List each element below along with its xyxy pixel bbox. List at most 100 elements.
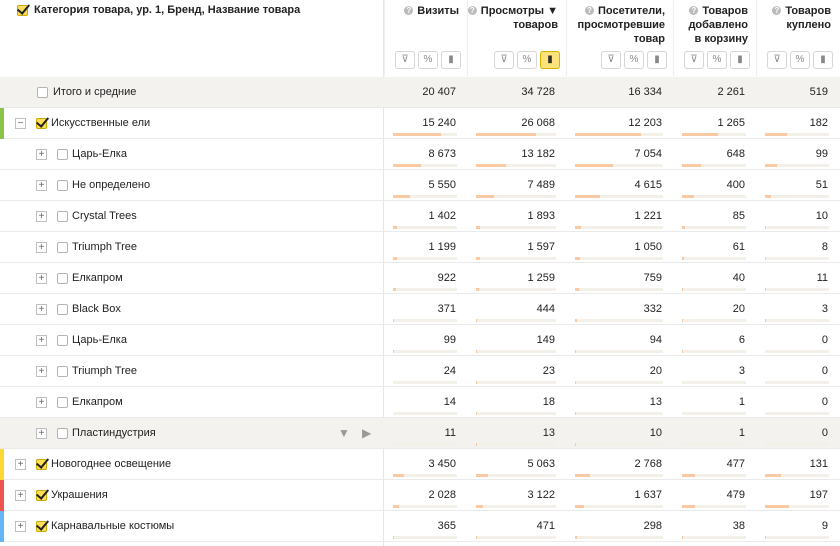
row-checkbox[interactable] xyxy=(57,335,68,346)
filter-icon[interactable]: ⊽ xyxy=(767,51,787,69)
row-checkbox[interactable] xyxy=(57,242,68,253)
filter-icon[interactable]: ⊽ xyxy=(395,51,415,69)
percent-icon[interactable]: % xyxy=(517,51,537,69)
table-row[interactable]: + Не определено 5 550 7 489 4 615 400 51 xyxy=(0,170,840,201)
cell-bar-fill xyxy=(476,319,477,322)
collapse-icon[interactable]: − xyxy=(15,118,26,129)
expand-icon[interactable]: + xyxy=(15,459,26,470)
expand-icon[interactable]: + xyxy=(36,397,47,408)
row-label[interactable]: Карнавальные костюмы xyxy=(51,520,174,532)
row-label[interactable]: Итого и средние xyxy=(53,86,136,98)
filter-icon[interactable]: ⊽ xyxy=(601,51,621,69)
chart-icon[interactable]: ▮ xyxy=(813,51,833,69)
row-label[interactable]: Crystal Trees xyxy=(72,210,137,222)
row-label[interactable]: Новогоднее освещение xyxy=(51,458,171,470)
row-label[interactable]: Пластиндустрия xyxy=(72,427,156,439)
table-row[interactable]: + Украшения 2 028 3 122 1 637 479 197 xyxy=(0,480,840,511)
expand-icon[interactable]: + xyxy=(36,366,47,377)
row-checkbox[interactable] xyxy=(57,304,68,315)
percent-icon[interactable]: % xyxy=(624,51,644,69)
table-row[interactable]: − Искусственные ели 15 240 26 068 12 203 1 26… xyxy=(0,108,840,139)
row-checkbox[interactable] xyxy=(36,490,47,501)
row-checkbox[interactable] xyxy=(36,521,47,532)
percent-icon[interactable]: % xyxy=(418,51,438,69)
row-label[interactable]: Искусственные ели xyxy=(51,117,150,129)
expand-icon[interactable]: + xyxy=(15,521,26,532)
row-checkbox[interactable] xyxy=(57,366,68,377)
expand-icon[interactable]: + xyxy=(36,242,47,253)
column-title-added-to-cart[interactable]: ? Товаров добавлено в корзину xyxy=(688,4,748,46)
table-row[interactable]: + Царь-Елка 99 149 94 6 0 xyxy=(0,325,840,356)
cell-product-viewers: 7 054 xyxy=(634,148,662,160)
cell-bar-track xyxy=(575,474,663,477)
table-row[interactable]: + Triumph Tree 24 23 20 3 0 xyxy=(0,356,840,387)
cell-bar-track xyxy=(393,164,457,167)
select-all-checkbox[interactable] xyxy=(17,5,28,16)
total-checkbox[interactable] xyxy=(37,87,48,98)
row-label[interactable]: Елкапром xyxy=(72,272,123,284)
cell-bar-track xyxy=(682,536,746,539)
chart-icon[interactable]: ▮ xyxy=(441,51,461,69)
cell-bar-track xyxy=(393,257,457,260)
column-title-visits[interactable]: ? Визиты xyxy=(404,4,459,18)
chart-icon[interactable]: ▮ xyxy=(730,51,750,69)
dimension-title[interactable]: Категория товара, ур. 1, Бренд, Название… xyxy=(34,4,300,16)
cell-product-viewers: 10 xyxy=(649,427,662,439)
percent-icon[interactable]: % xyxy=(707,51,727,69)
cell-bar-fill xyxy=(575,288,580,291)
cell-visits: 1 402 xyxy=(428,210,456,222)
row-label[interactable]: Black Box xyxy=(72,303,121,315)
row-filter-icon[interactable]: ▼ xyxy=(338,426,350,440)
help-icon[interactable]: ? xyxy=(584,6,594,15)
row-checkbox[interactable] xyxy=(57,211,68,222)
expand-icon[interactable]: + xyxy=(36,149,47,160)
expand-icon[interactable]: + xyxy=(36,304,47,315)
chart-icon[interactable]: ▮ xyxy=(647,51,667,69)
table-row[interactable]: + Новогоднее освещение 3 450 5 063 2 768 477 1… xyxy=(0,449,840,480)
filter-icon[interactable]: ⊽ xyxy=(684,51,704,69)
row-drilldown-icon[interactable]: ▶ xyxy=(362,426,371,440)
row-label[interactable]: Царь-Елка xyxy=(72,148,127,160)
help-icon[interactable]: ? xyxy=(772,6,782,15)
cell-purchased: 0 xyxy=(821,396,828,408)
table-row[interactable]: + Елкапром 14 18 13 1 0 xyxy=(0,387,840,418)
help-icon[interactable]: ? xyxy=(404,6,414,15)
row-label[interactable]: Украшения xyxy=(51,489,108,501)
help-icon[interactable]: ? xyxy=(467,6,477,15)
row-label[interactable]: Елкапром xyxy=(72,396,123,408)
percent-icon[interactable]: % xyxy=(790,51,810,69)
table-row[interactable]: + Crystal Trees 1 402 1 893 1 221 85 10 xyxy=(0,201,840,232)
column-title-product-viewers[interactable]: ? Посетители, просмотревшие товар xyxy=(577,4,665,46)
table-row[interactable]: + Triumph Tree 1 199 1 597 1 050 61 8 xyxy=(0,232,840,263)
row-label[interactable]: Царь-Елка xyxy=(72,334,127,346)
column-title-purchased[interactable]: ? Товаров куплено xyxy=(772,4,831,32)
row-checkbox[interactable] xyxy=(57,180,68,191)
total-row[interactable]: Итого и средние 20 407 34 728 16 334 2 261 51… xyxy=(0,77,840,108)
filter-icon[interactable]: ⊽ xyxy=(494,51,514,69)
row-checkbox[interactable] xyxy=(57,428,68,439)
table-row[interactable]: + Царь-Елка 8 673 13 182 7 054 648 99 xyxy=(0,139,840,170)
table-row[interactable]: + Карнавальные костюмы 365 471 298 38 9 xyxy=(0,511,840,542)
row-label[interactable]: Не определено xyxy=(72,179,150,191)
expand-icon[interactable]: + xyxy=(36,211,47,222)
table-row[interactable]: + Пластиндустрия ▼ ▶ 11 13 10 1 0 xyxy=(0,418,840,449)
table-row[interactable]: + Black Box 371 444 332 20 3 xyxy=(0,294,840,325)
expand-icon[interactable]: + xyxy=(36,428,47,439)
table-row[interactable]: + Елкапром 922 1 259 759 40 11 xyxy=(0,263,840,294)
row-checkbox[interactable] xyxy=(36,118,47,129)
expand-icon[interactable]: + xyxy=(36,335,47,346)
row-checkbox[interactable] xyxy=(57,149,68,160)
help-icon[interactable]: ? xyxy=(689,6,699,15)
column-title-product-views[interactable]: ? Просмотры ▼ товаров xyxy=(467,4,558,32)
row-checkbox[interactable] xyxy=(36,459,47,470)
expand-icon[interactable]: + xyxy=(36,273,47,284)
expand-icon[interactable]: + xyxy=(36,180,47,191)
chart-icon[interactable]: ▮ xyxy=(540,51,560,69)
cell-bar-track xyxy=(476,133,556,136)
row-label[interactable]: Triumph Tree xyxy=(72,241,137,253)
row-checkbox[interactable] xyxy=(57,273,68,284)
expand-icon[interactable]: + xyxy=(15,490,26,501)
row-checkbox[interactable] xyxy=(57,397,68,408)
row-label[interactable]: Triumph Tree xyxy=(72,365,137,377)
cell-bar-fill xyxy=(575,350,576,353)
